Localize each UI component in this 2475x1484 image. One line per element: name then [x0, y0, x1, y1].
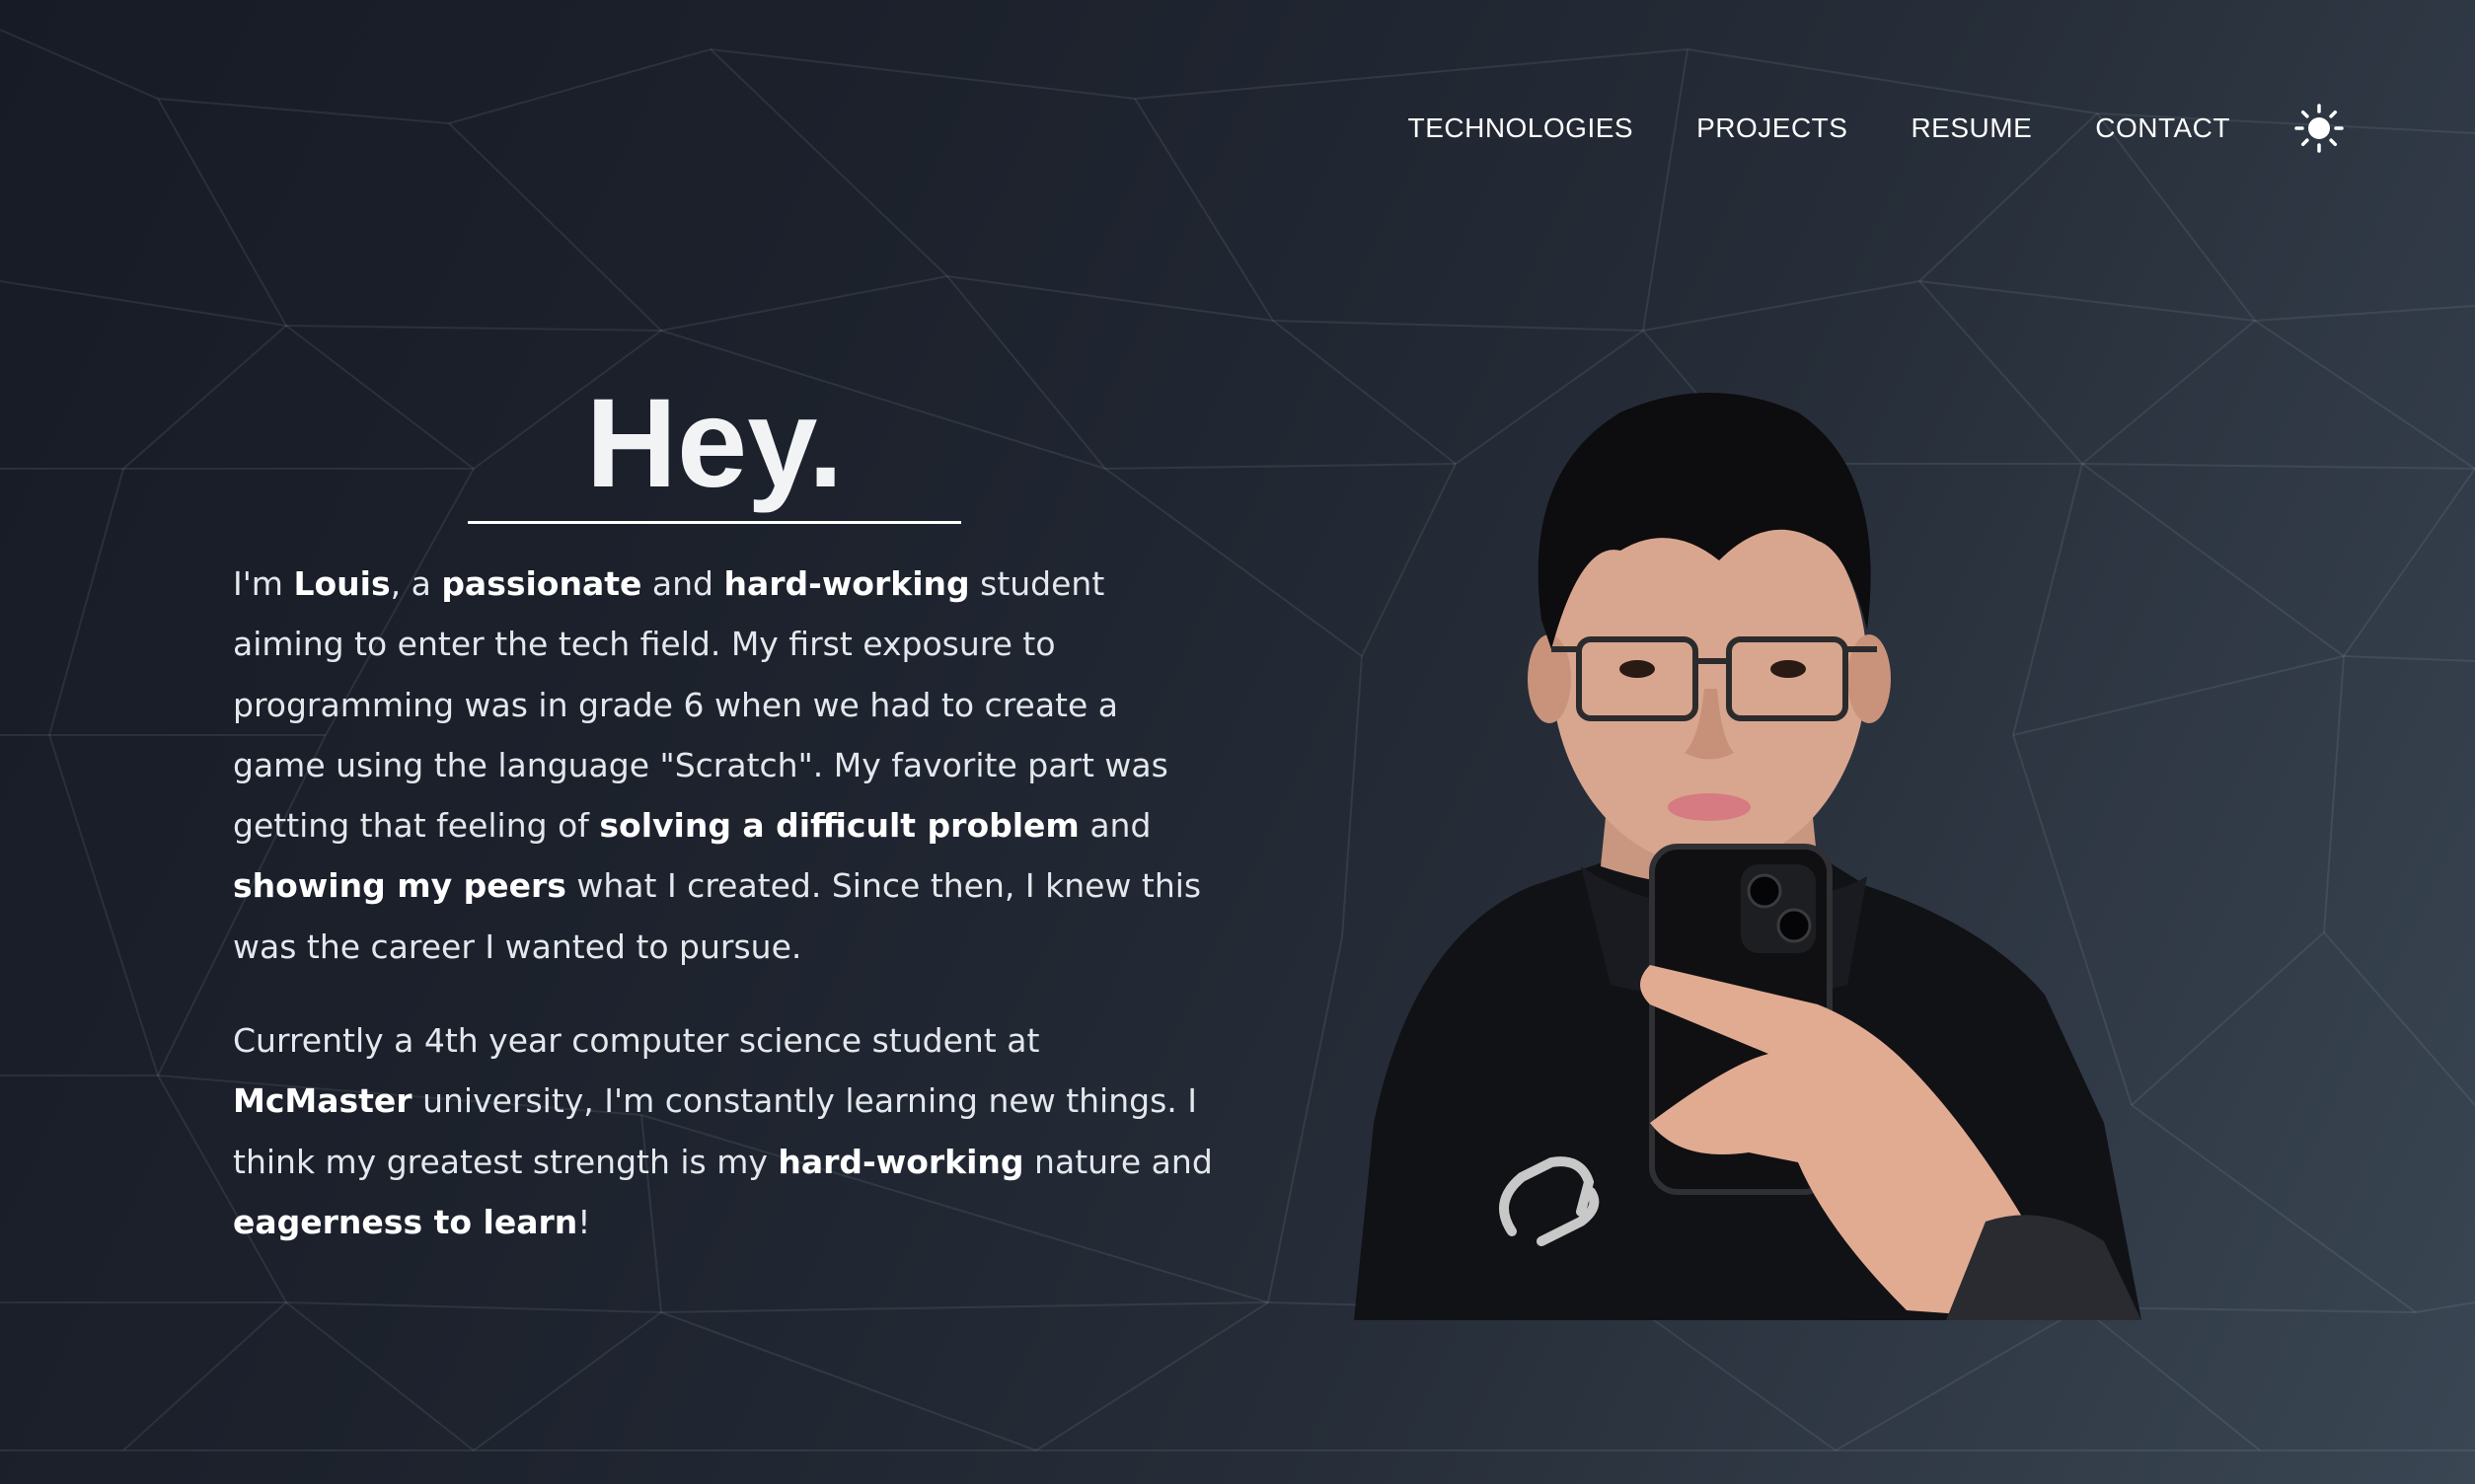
hero-title-underline: Hey. — [468, 375, 961, 524]
top-nav: TECHNOLOGIES PROJECTS RESUME CONTACT — [1408, 99, 2347, 158]
nav-technologies[interactable]: TECHNOLOGIES — [1408, 112, 1633, 144]
hero-intro: Hey. I'm Louis, a passionate and hard-wo… — [233, 375, 1220, 1286]
bio: I'm Louis, a passionate and hard-working… — [233, 554, 1220, 1252]
bio-emphasis: passionate — [441, 564, 642, 603]
nav-projects[interactable]: PROJECTS — [1696, 112, 1847, 144]
bio-emphasis: hard-working — [723, 564, 970, 603]
theme-toggle-button[interactable] — [2291, 101, 2347, 156]
bio-text: ! — [577, 1202, 591, 1241]
nav-resume[interactable]: RESUME — [1911, 112, 2032, 144]
bio-text: student aiming to enter the tech field. … — [233, 564, 1168, 846]
bio-text: Currently a 4th year computer science st… — [233, 1021, 1040, 1061]
bio-paragraph-1: I'm Louis, a passionate and hard-working… — [233, 554, 1220, 977]
bio-text: , a — [390, 564, 442, 603]
sun-icon — [2294, 104, 2344, 153]
bio-paragraph-2: Currently a 4th year computer science st… — [233, 1010, 1220, 1252]
bio-emphasis: solving a difficult problem — [599, 806, 1080, 846]
bio-emphasis: Louis — [293, 564, 391, 603]
hero-title: Hey. — [585, 373, 844, 514]
portrait-photo — [1354, 373, 2141, 1320]
bio-emphasis: showing my peers — [233, 866, 566, 906]
bio-emphasis: eagerness to learn — [233, 1202, 578, 1241]
bio-text: and — [641, 564, 724, 603]
bio-emphasis: hard-working — [778, 1142, 1024, 1181]
bio-text: nature and — [1023, 1142, 1213, 1181]
nav-contact[interactable]: CONTACT — [2095, 112, 2230, 144]
bio-text: I'm — [233, 564, 294, 603]
bio-text: and — [1079, 806, 1152, 846]
bio-emphasis: McMaster — [233, 1081, 412, 1121]
